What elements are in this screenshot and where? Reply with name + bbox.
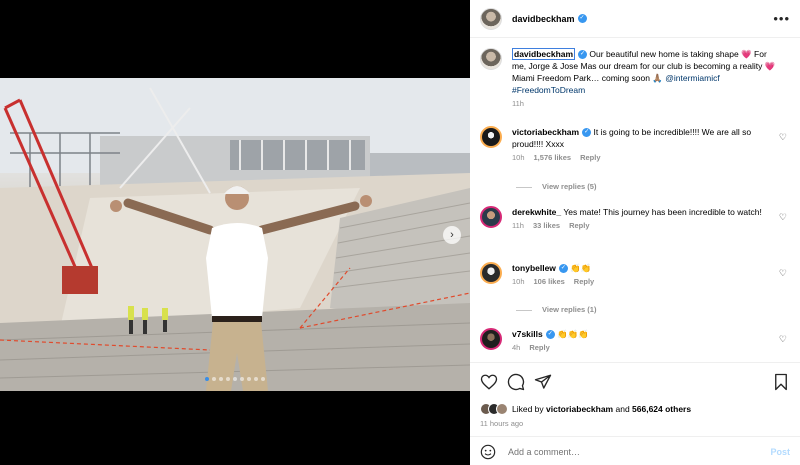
carousel-dot (254, 377, 258, 381)
caption-hashtag-link[interactable]: #FreedomToDream (512, 85, 585, 95)
comment-likes[interactable]: 33 likes (533, 221, 560, 230)
liker-avatar (496, 403, 508, 415)
post-comment-button[interactable]: Post (770, 447, 790, 457)
commenter-avatar[interactable] (480, 126, 502, 148)
verified-badge-icon: ✓ (558, 264, 568, 274)
caption-avatar[interactable] (480, 48, 502, 70)
commenter-avatar[interactable] (480, 262, 502, 284)
share-send-icon[interactable] (534, 373, 552, 391)
verified-badge-icon: ✓ (577, 14, 587, 23)
carousel-dot (261, 377, 265, 381)
like-comment-heart-icon[interactable]: ♡ (779, 212, 787, 223)
liked-by-middle: and (613, 404, 633, 414)
like-heart-icon[interactable] (480, 373, 498, 391)
commenter-username[interactable]: v7skills (512, 329, 543, 339)
carousel-dots (0, 373, 470, 383)
liked-by-others-link[interactable]: 566,624 others (632, 404, 691, 414)
comment-likes[interactable]: 1,576 likes (534, 153, 572, 162)
comment-text: 👏👏 (570, 263, 592, 273)
commenter-avatar[interactable] (480, 206, 502, 228)
commenter-avatar[interactable] (480, 328, 502, 350)
post-side-panel: davidbeckham ✓ ••• davidbeckham ✓ Our bea… (470, 0, 800, 465)
author-username[interactable]: davidbeckham (512, 14, 575, 24)
comment-time[interactable]: 10h (512, 277, 525, 286)
liked-by-user-link[interactable]: victoriabeckham (546, 404, 613, 414)
caption-time[interactable]: 11h (512, 99, 524, 108)
caption-mention-link[interactable]: @intermiamicf (665, 73, 719, 83)
comment-reply-button[interactable]: Reply (529, 343, 549, 352)
commenter-username[interactable]: tonybellew (512, 263, 556, 273)
comment-item: tonybellew ✓ 👏👏 10h 106 likes Reply ♡ (480, 262, 790, 288)
comment-bubble-icon[interactable] (507, 373, 525, 391)
post-caption: davidbeckham ✓ Our beautiful new home is … (470, 38, 800, 110)
action-icons (480, 373, 790, 393)
comment-reply-button[interactable]: Reply (580, 153, 600, 162)
comment-time[interactable]: 11h (512, 221, 524, 230)
carousel-dot (240, 377, 244, 381)
carousel-dot (233, 377, 237, 381)
more-options-icon[interactable]: ••• (773, 11, 790, 26)
comment-text: 👏👏👏 (557, 329, 589, 339)
comment-likes[interactable]: 106 likes (534, 277, 565, 286)
carousel-dot (226, 377, 230, 381)
comment-reply-button[interactable]: Reply (569, 221, 589, 230)
media-panel: › (0, 0, 470, 465)
view-replies-button[interactable]: View replies (5) (516, 182, 596, 191)
comment-item: victoriabeckham ✓ It is going to be incre… (480, 126, 790, 164)
like-comment-heart-icon[interactable]: ♡ (779, 132, 787, 143)
stadium-construction-image (0, 78, 470, 391)
comments-section[interactable]: davidbeckham ✓ Our beautiful new home is … (470, 38, 800, 362)
instagram-post-modal: › davidbeckham ✓ ••• davidbeckham ✓ Our b… (0, 0, 800, 465)
carousel-next-button[interactable]: › (443, 226, 461, 244)
comment-reply-button[interactable]: Reply (574, 277, 594, 286)
likes-summary: Liked by victoriabeckham and 566,624 oth… (480, 403, 691, 415)
post-actions: Liked by victoriabeckham and 566,624 oth… (470, 362, 800, 465)
caption-username[interactable]: davidbeckham (512, 48, 576, 60)
comment-time[interactable]: 10h (512, 153, 525, 162)
carousel-dot (212, 377, 216, 381)
verified-badge-icon: ✓ (582, 128, 592, 138)
commenter-username[interactable]: derekwhite_ (512, 207, 561, 217)
carousel-dot (219, 377, 223, 381)
add-comment-bar: Post (470, 436, 800, 465)
comment-item: v7skills ✓ 👏👏👏 4h Reply ♡ (480, 328, 790, 354)
comment-text: Yes mate! This journey has been incredib… (563, 207, 762, 217)
like-comment-heart-icon[interactable]: ♡ (779, 268, 787, 279)
add-comment-input[interactable] (508, 446, 728, 457)
emoji-smiley-icon[interactable] (480, 444, 496, 460)
commenter-username[interactable]: victoriabeckham (512, 127, 579, 137)
post-timestamp[interactable]: 11 hours ago (480, 419, 523, 428)
verified-badge-icon: ✓ (578, 50, 588, 60)
like-comment-heart-icon[interactable]: ♡ (779, 334, 787, 345)
carousel-dot (205, 377, 209, 381)
view-replies-button[interactable]: View replies (1) (516, 305, 596, 314)
author-avatar[interactable] (480, 7, 502, 30)
save-bookmark-icon[interactable] (772, 373, 790, 391)
comment-time[interactable]: 4h (512, 343, 520, 352)
carousel-dot (247, 377, 251, 381)
post-photo[interactable]: › (0, 78, 470, 391)
liked-by-prefix: Liked by (512, 404, 547, 414)
verified-badge-icon: ✓ (545, 330, 555, 340)
comment-item: derekwhite_ Yes mate! This journey has b… (480, 206, 790, 232)
post-header: davidbeckham ✓ ••• (470, 0, 800, 38)
